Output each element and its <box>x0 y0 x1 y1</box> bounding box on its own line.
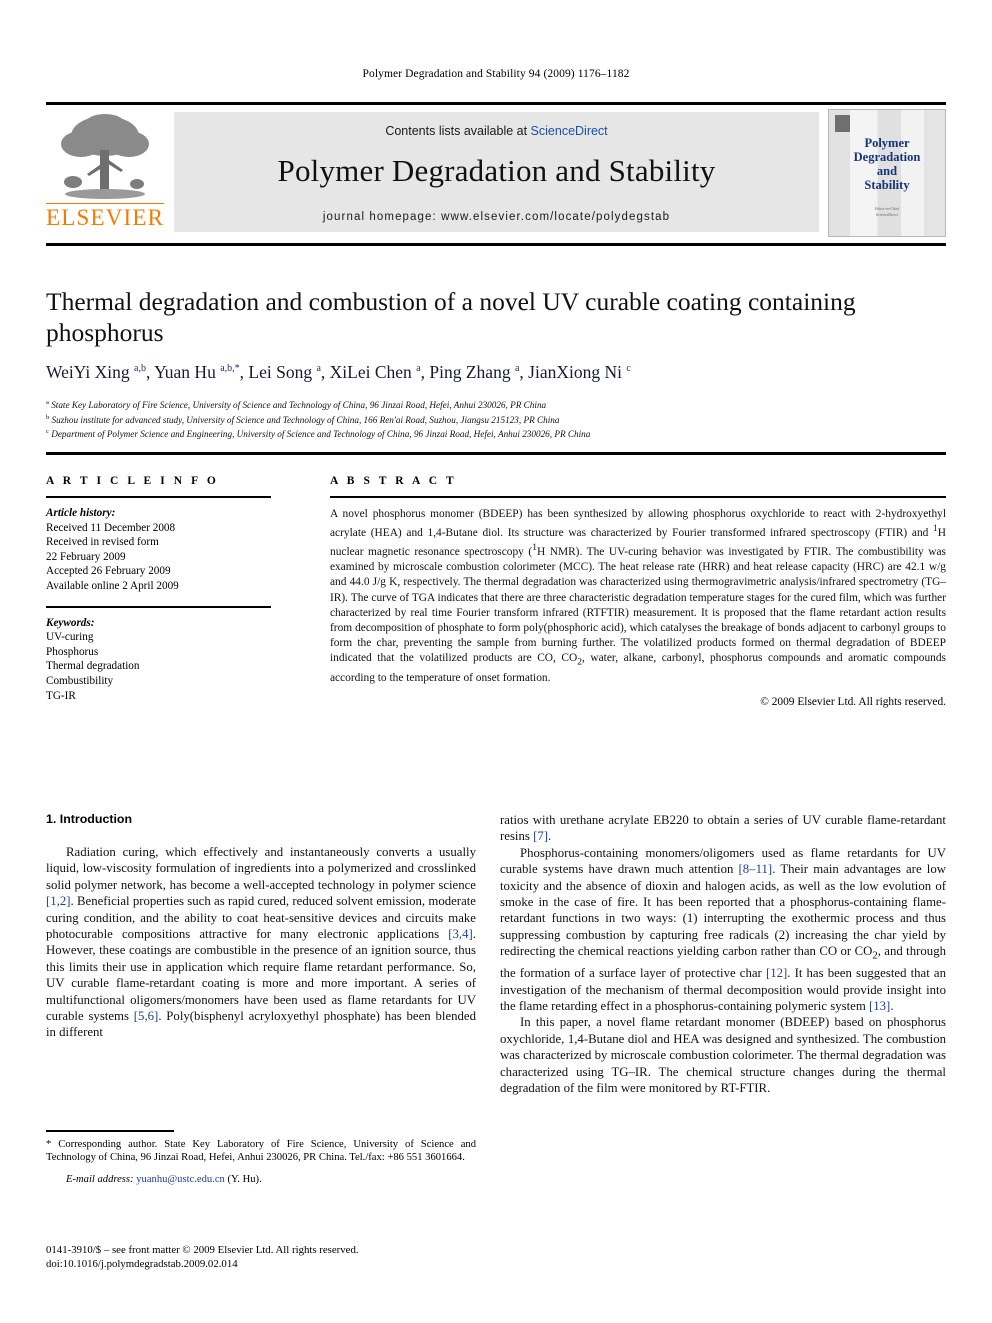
contents-prefix: Contents lists available at <box>385 124 531 138</box>
affiliation-item: c Department of Polymer Science and Engi… <box>46 428 591 440</box>
issn-line: 0141-3910/$ – see front matter © 2009 El… <box>46 1244 359 1256</box>
article-history-block: Article history: Received 11 December 20… <box>46 506 294 594</box>
article-history-label: Article history: <box>46 507 116 519</box>
keywords-rule <box>46 605 271 608</box>
running-head: Polymer Degradation and Stability 94 (20… <box>362 68 630 80</box>
abstract-text: A novel phosphorus monomer (BDEEP) has b… <box>330 508 946 684</box>
article-info-section: A R T I C L E I N F O Article history: R… <box>46 475 294 703</box>
body-paragraph: Phosphorus-containing monomers/oligomers… <box>500 845 946 1014</box>
author-list: WeiYi Xing a,b, Yuan Hu a,b,*, Lei Song … <box>46 362 631 382</box>
keyword-item: UV-curing <box>46 631 94 644</box>
journal-title: Polymer Degradation and Stability <box>277 153 716 188</box>
affiliation-list: a State Key Laboratory of Fire Science, … <box>46 397 866 441</box>
introduction-left-paragraphs: Radiation curing, which effectively and … <box>46 844 476 1041</box>
abstract-rule <box>330 496 946 498</box>
journal-masthead: ELSEVIER Contents lists available at Sci… <box>46 104 946 237</box>
cover-footer-text: Editor-in-Chief ScienceDirect <box>874 206 900 217</box>
article-history-items: Received 11 December 2008 Received in rev… <box>46 521 294 594</box>
keyword-item: Thermal degradation <box>46 660 140 673</box>
abstract-copyright: © 2009 Elsevier Ltd. All rights reserved… <box>760 696 946 709</box>
introduction-heading: 1. Introduction <box>46 812 133 826</box>
masthead-bottom-rule <box>46 243 946 246</box>
keyword-item: Combustibility <box>46 674 114 687</box>
journal-cover-thumbnail: Polymer Degradation and Stability Editor-in… <box>828 109 946 237</box>
journal-band: Contents lists available at ScienceDirec… <box>174 112 819 232</box>
page-title: Thermal degradation and combustion of a … <box>46 287 856 347</box>
issn-doi-block: 0141-3910/$ – see front matter © 2009 El… <box>46 1243 486 1271</box>
article-history-item: Received 11 December 2008 <box>46 521 176 534</box>
abstract-heading: A B S T R A C T <box>330 475 457 487</box>
email-line: E-mail address: yuanhu@ustc.edu.cn (Y. H… <box>46 1174 476 1185</box>
elsevier-wordmark: ELSEVIER <box>46 203 165 230</box>
body-paragraph: ratios with urethane acrylate EB220 to o… <box>500 813 946 844</box>
affiliation-item: b Suzhou institute for advanced study, U… <box>46 413 560 425</box>
cover-title-text: Polymer Degradation and Stability <box>853 136 921 192</box>
article-history-item: Available online 2 April 2009 <box>46 579 179 592</box>
article-info-rule <box>46 496 271 498</box>
sciencedirect-link[interactable]: ScienceDirect <box>531 124 608 138</box>
article-history-item: Accepted 26 February 2009 <box>46 565 171 578</box>
journal-homepage-line[interactable]: journal homepage: www.elsevier.com/locat… <box>174 211 819 223</box>
affiliation-item: a State Key Laboratory of Fire Science, … <box>46 399 547 411</box>
keywords-label: Keywords: <box>46 616 95 629</box>
keyword-item: TG-IR <box>46 689 76 702</box>
info-abstract-top-rule <box>46 452 946 455</box>
doi-line: doi:10.1016/j.polymdegradstab.2009.02.01… <box>46 1258 238 1270</box>
body-column-right: ratios with urethane acrylate EB220 to o… <box>500 812 946 1096</box>
body-column-left: 1. Introduction Radiation curing, which … <box>46 812 476 1041</box>
corresponding-author-text: * Corresponding author. State Key Labora… <box>46 1138 476 1164</box>
body-paragraph: In this paper, a novel flame retardant m… <box>500 1015 946 1096</box>
corresponding-author-footnote: * Corresponding author. State Key Labora… <box>46 1130 476 1185</box>
contents-available-line: Contents lists available at ScienceDirec… <box>174 112 819 138</box>
email-label: E-mail address: <box>66 1173 134 1185</box>
elsevier-logo: ELSEVIER <box>46 110 165 234</box>
keyword-item: Phosphorus <box>46 645 99 658</box>
article-info-heading: A R T I C L E I N F O <box>46 475 219 487</box>
keywords-block: Keywords: UV-curing Phosphorus Thermal deg… <box>46 616 294 704</box>
cover-elsevier-mark <box>835 115 850 132</box>
introduction-right-paragraphs: ratios with urethane acrylate EB220 to o… <box>500 812 946 1096</box>
footnote-rule <box>46 1130 174 1132</box>
body-paragraph: Radiation curing, which effectively and … <box>46 845 476 1040</box>
article-history-item: Received in revised form <box>46 536 159 549</box>
article-history-item: 22 February 2009 <box>46 550 126 563</box>
paper-page: Polymer Degradation and Stability 94 (20… <box>0 0 992 1323</box>
email-suffix: (Y. Hu). <box>227 1173 262 1185</box>
abstract-section: A B S T R A C T A novel phosphorus monom… <box>330 475 946 708</box>
keyword-items: UV-curing Phosphorus Thermal degradation Co… <box>46 630 294 703</box>
email-link[interactable]: yuanhu@ustc.edu.cn <box>136 1174 225 1185</box>
title-block: Thermal degradation and combustion of a … <box>46 286 866 441</box>
elsevier-tree-icon <box>61 114 149 199</box>
